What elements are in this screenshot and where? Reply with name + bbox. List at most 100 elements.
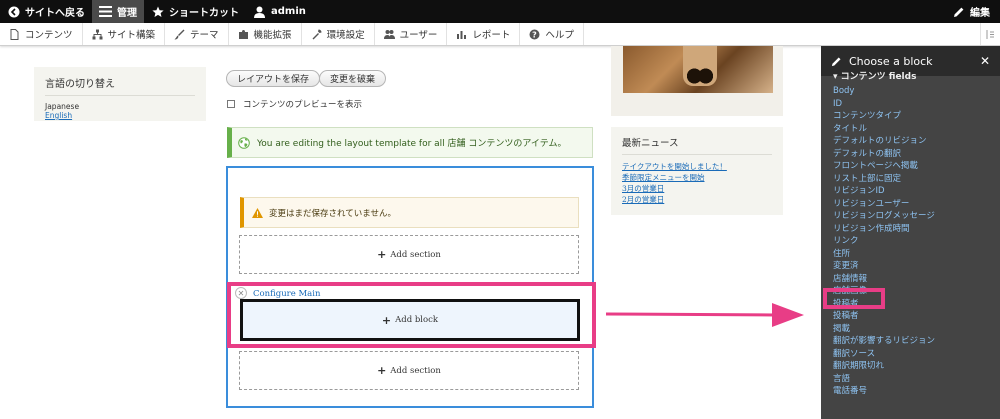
block-item[interactable]: タイトル: [833, 123, 1000, 136]
block-item[interactable]: リビジョンログメッセージ: [833, 210, 1000, 223]
block-item[interactable]: デフォルトの翻訳: [833, 148, 1000, 161]
tray-item-structure[interactable]: サイト構築: [83, 23, 166, 45]
plus-icon: +: [377, 364, 387, 377]
bubble-tea-image: [623, 46, 773, 93]
tray-item-label: ユーザー: [399, 30, 438, 41]
hero-image-block: [611, 46, 783, 116]
paintbrush-icon: [174, 29, 185, 39]
wrench-icon: [312, 29, 322, 39]
block-list: Body ID コンテンツタイプ タイトル デフォルトのリビジョン デフォルトの…: [821, 85, 1000, 398]
bar-chart-icon: [457, 30, 467, 39]
tray-item-reports[interactable]: レポート: [447, 23, 521, 45]
block-item[interactable]: 言語: [833, 373, 1000, 386]
block-item[interactable]: コンテンツタイプ: [833, 110, 1000, 123]
save-layout-button[interactable]: レイアウトを保存: [226, 70, 321, 87]
tray-item-label: ヘルプ: [545, 30, 574, 41]
annotation-highlight-store-image: [823, 288, 885, 309]
status-message-text: You are editing the layout template for …: [257, 139, 567, 149]
admin-toolbar: サイトへ戻る 管理 ショートカット admin 編集: [0, 0, 1000, 23]
help-icon: ?: [529, 29, 540, 39]
star-icon: [151, 5, 164, 18]
unsaved-warning: 変更はまだ保存されていません。: [240, 197, 579, 228]
language-link-japanese[interactable]: Japanese: [45, 102, 195, 111]
add-section-link-top[interactable]: + Add section: [239, 235, 579, 274]
file-icon: [10, 28, 19, 40]
manage-tab[interactable]: 管理: [92, 0, 144, 23]
block-item[interactable]: リビジョンID: [833, 185, 1000, 198]
user-label: admin: [271, 6, 306, 17]
tray-item-appearance[interactable]: テーマ: [165, 23, 229, 45]
annotation-arrow-icon: [605, 303, 804, 327]
block-item[interactable]: デフォルトのリビジョン: [833, 135, 1000, 148]
add-section-label: Add section: [390, 249, 441, 260]
block-item[interactable]: ID: [833, 98, 1000, 111]
back-to-site-label: サイトへ戻る: [25, 8, 85, 19]
block-item[interactable]: Body: [833, 85, 1000, 98]
language-switcher-title: 言語の切り替え: [45, 75, 195, 96]
sitemap-icon: [92, 29, 103, 39]
preview-checkbox[interactable]: [227, 100, 235, 108]
block-item[interactable]: 店舗情報: [833, 273, 1000, 286]
tray-item-label: テーマ: [190, 30, 219, 41]
warning-icon: [252, 207, 263, 218]
tray-item-label: 機能拡張: [253, 30, 292, 41]
choose-block-dialog: Choose a block ✕ ▾ コンテンツ fields Body ID …: [821, 46, 1000, 419]
block-item[interactable]: 電話番号: [833, 385, 1000, 398]
content-fields-section[interactable]: ▾ コンテンツ fields: [821, 69, 1000, 85]
block-item[interactable]: 住所: [833, 248, 1000, 261]
latest-news-title: 最新ニュース: [622, 135, 772, 155]
user-tab[interactable]: admin: [246, 0, 313, 23]
tray-item-help[interactable]: ? ヘルプ: [520, 23, 584, 45]
status-message: You are editing the layout template for …: [227, 127, 593, 158]
admin-tray: コンテンツ サイト構築 テーマ 機能拡張 環境設定 ユーザー レポート ? ヘル…: [0, 23, 1000, 46]
block-item[interactable]: 変更済: [833, 260, 1000, 273]
language-switcher-block: 言語の切り替え Japanese English: [34, 67, 206, 121]
tray-item-label: コンテンツ: [25, 30, 73, 41]
block-item[interactable]: リスト上部に固定: [833, 173, 1000, 186]
puzzle-icon: [238, 29, 248, 39]
back-to-site-link[interactable]: サイトへ戻る: [0, 0, 92, 23]
tray-item-config[interactable]: 環境設定: [302, 23, 375, 45]
block-item[interactable]: フロントページへ掲載: [833, 160, 1000, 173]
language-link-english[interactable]: English: [45, 111, 195, 120]
tray-item-label: レポート: [472, 30, 511, 41]
tray-item-people[interactable]: ユーザー: [375, 23, 448, 45]
menu-icon: [99, 5, 112, 18]
tray-item-content[interactable]: コンテンツ: [0, 23, 83, 45]
block-item[interactable]: 翻訳ソース: [833, 348, 1000, 361]
annotation-highlight-add-block: [227, 282, 596, 348]
news-link[interactable]: 3月の営業日: [622, 183, 772, 194]
shortcuts-tab[interactable]: ショートカット: [144, 0, 246, 23]
block-item[interactable]: リンク: [833, 235, 1000, 248]
preview-label: コンテンツのプレビューを表示: [243, 100, 363, 110]
news-link[interactable]: 2月の営業日: [622, 194, 772, 205]
plus-icon: +: [377, 248, 387, 261]
block-item[interactable]: リビジョン作成時間: [833, 223, 1000, 236]
add-section-label: Add section: [390, 365, 441, 376]
add-section-link-bottom[interactable]: + Add section: [239, 351, 579, 390]
edit-toggle[interactable]: 編集: [945, 0, 1000, 23]
choose-block-title: Choose a block: [849, 54, 933, 68]
user-icon: [253, 5, 266, 18]
news-link[interactable]: テイクアウトを開始しました！: [622, 161, 772, 172]
block-item[interactable]: 翻訳が影響するリビジョン: [833, 335, 1000, 348]
globe-icon: [238, 136, 250, 149]
tray-orientation-toggle[interactable]: [980, 23, 1000, 45]
pencil-icon: [831, 56, 841, 66]
orientation-icon: [986, 29, 994, 39]
people-icon: [383, 29, 395, 39]
close-icon[interactable]: ✕: [980, 54, 990, 68]
news-link[interactable]: 季節限定メニューを開始: [622, 172, 772, 183]
tray-item-label: 環境設定: [326, 30, 365, 41]
block-item[interactable]: 翻訳期限切れ: [833, 360, 1000, 373]
block-item[interactable]: 掲載: [833, 323, 1000, 336]
block-item[interactable]: 投稿者: [833, 310, 1000, 323]
pencil-icon: [952, 5, 965, 18]
pearls-shape: [686, 68, 714, 84]
chevron-left-icon: [7, 5, 20, 18]
discard-changes-button[interactable]: 変更を破棄: [319, 70, 387, 87]
shortcuts-label: ショートカット: [169, 8, 239, 19]
block-item[interactable]: リビジョンユーザー: [833, 198, 1000, 211]
tray-item-extend[interactable]: 機能拡張: [229, 23, 302, 45]
preview-toggle[interactable]: コンテンツのプレビューを表示: [227, 98, 362, 110]
